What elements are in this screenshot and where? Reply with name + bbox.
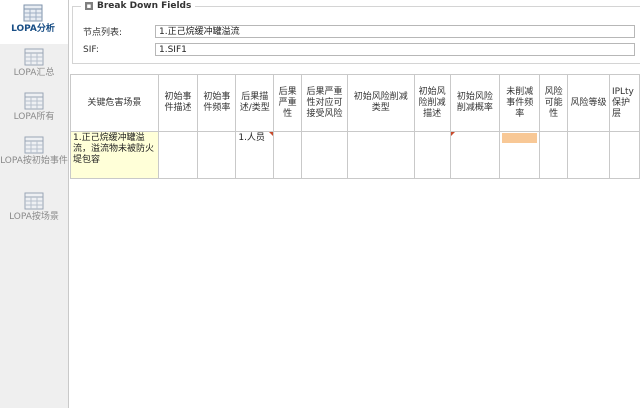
consequence-value: 1.人员 xyxy=(238,133,265,143)
comment-marker-icon xyxy=(450,132,455,136)
grid-icon xyxy=(23,4,43,22)
table-cell[interactable] xyxy=(157,131,199,179)
column-header[interactable]: 风险等级 xyxy=(567,74,610,132)
column-header[interactable]: 后果描述/类型 xyxy=(235,74,275,132)
table-cell[interactable] xyxy=(608,131,640,179)
table-cell[interactable] xyxy=(449,131,501,179)
table-cell[interactable] xyxy=(346,131,415,179)
table-cell[interactable] xyxy=(539,131,569,179)
panel-title: Break Down Fields xyxy=(97,1,192,11)
table-cell[interactable] xyxy=(413,131,451,179)
column-header[interactable]: IPLty保护层 xyxy=(608,74,640,132)
sif-row: SIF: 1.SIF1 xyxy=(83,43,635,56)
grid-icon xyxy=(24,48,44,66)
column-header[interactable]: 后果严重性 xyxy=(273,74,303,132)
sidebar: LOPA分析 LOPA汇总 LOPA所有 LOPA按初始事件 LOPA按场景 xyxy=(0,0,69,408)
node-list-row: 节点列表: 1.正己烷缓冲罐溢流 xyxy=(83,25,635,38)
table-cell[interactable] xyxy=(567,131,610,179)
column-header[interactable]: 初始事件频率 xyxy=(197,74,237,132)
column-header[interactable]: 初始风险削减描述 xyxy=(413,74,451,132)
table-cell[interactable]: 1.人员 xyxy=(235,131,275,179)
breakdown-fields-panel: ▪ Break Down Fields 节点列表: 1.正己烷缓冲罐溢流 SIF… xyxy=(72,1,640,64)
nav-label: LOPA分析 xyxy=(11,24,55,34)
column-header[interactable]: 初始风险削减概率 xyxy=(449,74,501,132)
comment-marker-icon xyxy=(269,132,274,136)
column-header[interactable]: 初始风险削减类型 xyxy=(346,74,415,132)
grid-icon xyxy=(24,136,44,154)
scenario-cell[interactable]: 1.正己烷缓冲罐溢流，溢流物未被防火堤包容 xyxy=(70,131,159,179)
nav-item-lopa-all[interactable]: LOPA所有 xyxy=(0,88,68,132)
lopa-table: 关键危害场景 初始事件描述 初始事件频率 后果描述/类型 后果严重性 后果严重性… xyxy=(70,74,640,179)
nav-item-lopa-by-scenario[interactable]: LOPA按场景 xyxy=(0,188,68,232)
sif-label: SIF: xyxy=(83,44,99,55)
column-header[interactable]: 关键危害场景 xyxy=(70,74,159,132)
selected-cell-highlight xyxy=(502,133,538,143)
collapse-icon[interactable]: ▪ xyxy=(85,2,93,10)
main-panel: ▪ Break Down Fields 节点列表: 1.正己烷缓冲罐溢流 SIF… xyxy=(70,0,640,408)
grid-icon xyxy=(24,192,44,210)
grid-icon xyxy=(24,92,44,110)
table-cell[interactable] xyxy=(197,131,237,179)
table-cell[interactable] xyxy=(301,131,348,179)
table-row: 1.正己烷缓冲罐溢流，溢流物未被防火堤包容 1.人员 xyxy=(70,131,640,179)
column-header[interactable]: 后果严重性对应可接受风险 xyxy=(301,74,348,132)
table-cell[interactable] xyxy=(499,131,541,179)
nav-label: LOPA按初始事件 xyxy=(0,156,68,166)
nav-item-lopa-summary[interactable]: LOPA汇总 xyxy=(0,44,68,88)
nav-label: LOPA汇总 xyxy=(13,68,55,78)
column-header[interactable]: 初始事件描述 xyxy=(157,74,199,132)
table-header-row: 关键危害场景 初始事件描述 初始事件频率 后果描述/类型 后果严重性 后果严重性… xyxy=(70,74,640,132)
node-list-label: 节点列表: xyxy=(83,28,123,38)
column-header[interactable]: 风险可能性 xyxy=(539,74,569,132)
nav-label: LOPA所有 xyxy=(13,112,55,122)
column-header[interactable]: 未削减事件频率 xyxy=(499,74,541,132)
nav-item-lopa-by-initiating-event[interactable]: LOPA按初始事件 xyxy=(0,132,68,188)
sif-input[interactable]: 1.SIF1 xyxy=(155,43,635,56)
node-list-input[interactable]: 1.正己烷缓冲罐溢流 xyxy=(155,25,635,38)
panel-legend: ▪ Break Down Fields xyxy=(81,1,196,11)
nav-item-lopa-analysis[interactable]: LOPA分析 xyxy=(0,0,68,44)
nav-label: LOPA按场景 xyxy=(9,212,59,222)
table-cell[interactable] xyxy=(273,131,303,179)
